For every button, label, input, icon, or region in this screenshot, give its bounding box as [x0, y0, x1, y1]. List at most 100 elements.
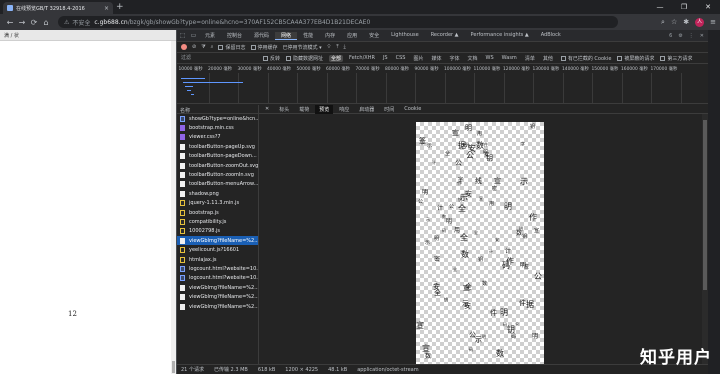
- type-filter-chip[interactable]: 其他: [541, 55, 555, 62]
- detail-tab[interactable]: 启动器: [355, 105, 378, 114]
- type-filter-chip[interactable]: JS: [381, 55, 390, 62]
- minimize-button[interactable]: —: [648, 0, 672, 14]
- request-row[interactable]: viewGbImg?fileName=%2...: [177, 283, 258, 292]
- preview-scroll-thumb[interactable]: [703, 120, 707, 290]
- request-row[interactable]: compatibility.js: [177, 217, 258, 226]
- request-row[interactable]: viewGbImg?fileName=%2...: [177, 236, 258, 246]
- request-row[interactable]: toolbarButton-pageUp.svg: [177, 142, 258, 151]
- request-row[interactable]: showGb?type=online&hcn...: [177, 114, 258, 123]
- inspect-icon[interactable]: ⬚: [177, 32, 188, 39]
- preview-glyph: 明: [482, 334, 486, 339]
- devtools-tab[interactable]: 控制台: [221, 32, 248, 40]
- detail-tab[interactable]: 预览: [315, 104, 334, 114]
- type-filter-chip[interactable]: 文档: [466, 55, 480, 62]
- close-icon[interactable]: ✕: [700, 33, 704, 39]
- maximize-button[interactable]: ❐: [672, 0, 696, 14]
- request-row[interactable]: viewer.css?7: [177, 133, 258, 142]
- devtools-tab[interactable]: 内存: [319, 32, 341, 40]
- filter-input[interactable]: 过滤: [181, 54, 257, 62]
- third-party-checkbox[interactable]: 第三方请求: [660, 55, 692, 62]
- search-icon[interactable]: ⌕: [661, 18, 665, 27]
- request-row[interactable]: viewGbImg?fileName=%2...: [177, 302, 258, 311]
- close-window-button[interactable]: ✕: [696, 0, 720, 14]
- filter-icon[interactable]: ⧩: [201, 44, 205, 50]
- device-toggle-icon[interactable]: ▭: [188, 32, 199, 39]
- devtools-tab[interactable]: Lighthouse: [385, 32, 425, 40]
- upload-icon[interactable]: ⤒: [336, 44, 338, 50]
- devtools-tab[interactable]: Recorder ▲: [425, 32, 465, 40]
- preview-glyph: 钥: [530, 124, 536, 130]
- menu-icon[interactable]: ≡: [710, 18, 716, 26]
- request-name: toolbarButton-zoomIn.svg: [189, 172, 254, 179]
- request-row[interactable]: logcount.html?website=10...: [177, 264, 258, 273]
- download-icon[interactable]: ⤓: [344, 44, 346, 50]
- blocked-requests-checkbox[interactable]: 被屏蔽的请求: [617, 55, 654, 62]
- record-icon[interactable]: [181, 44, 187, 50]
- blocked-cookies-checkbox[interactable]: 有已拦截的 Cookie: [560, 55, 611, 62]
- invert-checkbox[interactable]: 反转: [263, 55, 280, 62]
- request-row[interactable]: viewGbImg?fileName=%2...: [177, 292, 258, 301]
- avatar[interactable]: 人: [695, 17, 705, 27]
- type-filter-chip[interactable]: WS: [484, 55, 496, 62]
- request-row[interactable]: toolbarButton-zoomIn.svg: [177, 170, 258, 179]
- extensions-icon[interactable]: ✱: [683, 18, 689, 26]
- detail-tab[interactable]: 载荷: [295, 105, 313, 114]
- wifi-icon[interactable]: ⌔: [327, 44, 332, 50]
- request-row[interactable]: bootstrap.js: [177, 208, 258, 217]
- network-overview-timeline[interactable]: 10000 毫秒 20000 毫秒 30000 毫秒 40000 毫秒 50000 毫秒…: [177, 64, 708, 104]
- preview-scrollbar[interactable]: [702, 114, 708, 364]
- type-filter-chip[interactable]: 媒体: [429, 55, 443, 62]
- detail-tab[interactable]: Cookie: [400, 105, 425, 114]
- type-filter-chip[interactable]: Fetch/XHR: [347, 55, 377, 62]
- close-tab-icon[interactable]: ×: [104, 5, 109, 12]
- new-tab-button[interactable]: +: [116, 2, 124, 12]
- forward-button[interactable]: →: [16, 18, 28, 27]
- clear-icon[interactable]: ⊘: [192, 44, 196, 50]
- reload-button[interactable]: ⟳: [28, 18, 40, 27]
- search-icon[interactable]: ⌕: [211, 44, 214, 50]
- request-row[interactable]: bootstrap.min.css: [177, 123, 258, 132]
- devtools-tab[interactable]: 应用: [341, 32, 363, 40]
- request-row[interactable]: shadow.png: [177, 189, 258, 198]
- issues-badge[interactable]: 6: [669, 33, 672, 39]
- browser-tab[interactable]: 在线预览GB/T 32918.4-2016 ×: [3, 2, 113, 14]
- devtools-tab[interactable]: 源代码: [248, 32, 275, 40]
- bookmark-star-icon[interactable]: ☆: [671, 18, 677, 26]
- request-row[interactable]: toolbarButton-pageDown...: [177, 152, 258, 161]
- close-detail-icon[interactable]: ✕: [261, 106, 273, 112]
- request-row[interactable]: logcount.html?website=10...: [177, 274, 258, 283]
- more-icon[interactable]: ⋮: [689, 33, 694, 39]
- settings-gear-icon[interactable]: ⚙: [678, 33, 682, 39]
- devtools-tab[interactable]: Performance insights ▲: [465, 32, 535, 40]
- request-row[interactable]: yeelicount.js?16601: [177, 245, 258, 254]
- preview-glyph: 示: [426, 217, 430, 222]
- request-row[interactable]: jquery-1.11.3.min.js: [177, 199, 258, 208]
- type-filter-chip[interactable]: 字体: [447, 55, 461, 62]
- back-button[interactable]: ←: [4, 18, 16, 27]
- home-button[interactable]: ⌂: [40, 18, 52, 27]
- throttle-select[interactable]: 已停用节流模式 ▾: [283, 44, 322, 51]
- type-filter-chip[interactable]: 清单: [523, 55, 537, 62]
- page-scroll-thumb[interactable]: [172, 361, 175, 373]
- request-row[interactable]: toolbarButton-menuArrow...: [177, 180, 258, 189]
- type-filter-chip[interactable]: 全部: [329, 54, 344, 62]
- type-filter-chip[interactable]: 图片: [411, 55, 425, 62]
- detail-tab[interactable]: 标头: [275, 105, 293, 114]
- detail-tab[interactable]: 时间: [380, 105, 398, 114]
- type-filter-chip[interactable]: CSS: [394, 55, 408, 62]
- devtools-tab[interactable]: 元素: [199, 32, 221, 40]
- devtools-tab[interactable]: 性能: [297, 32, 319, 40]
- devtools-tab[interactable]: 网络: [275, 31, 298, 40]
- address-bar[interactable]: ⚠ 不安全 c.gb688.cn /bzgk/gb/showGb?type=on…: [58, 16, 618, 28]
- preserve-log-checkbox[interactable]: 保留日志: [218, 44, 246, 51]
- hide-data-urls-checkbox[interactable]: 隐藏数据网址: [286, 55, 323, 62]
- devtools-tab[interactable]: AdBlock: [535, 32, 567, 40]
- name-column-header[interactable]: 名称: [177, 105, 258, 114]
- detail-tab[interactable]: 响应: [335, 105, 353, 114]
- request-row[interactable]: toolbarButton-zoomOut.svg: [177, 161, 258, 170]
- type-filter-chip[interactable]: Wasm: [500, 55, 519, 62]
- devtools-tab[interactable]: 安全: [363, 32, 385, 40]
- request-row[interactable]: 10002798.js: [177, 227, 258, 236]
- request-row[interactable]: htmlajax.js: [177, 255, 258, 264]
- disable-cache-checkbox[interactable]: 停用缓存: [250, 44, 278, 51]
